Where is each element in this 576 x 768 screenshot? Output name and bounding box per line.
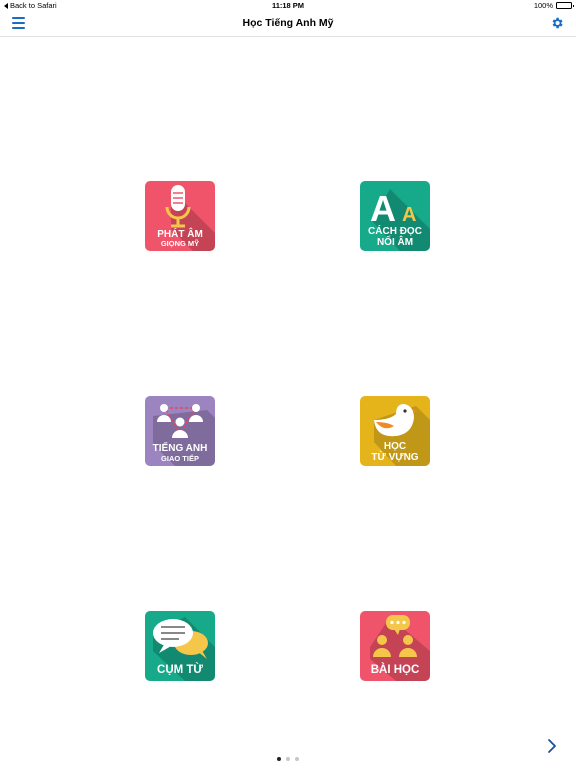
page-indicator[interactable] <box>277 757 299 761</box>
page-dot-3[interactable] <box>295 757 299 761</box>
page-title: Học Tiếng Anh Mỹ <box>242 17 334 29</box>
svg-text:A: A <box>370 188 396 229</box>
battery-icon <box>556 2 574 9</box>
tile-label: CỤM TỪ <box>157 664 203 676</box>
tile-cach-doc-noi-am[interactable]: A A CÁCH ĐỌC NỐI ÂM <box>360 181 430 251</box>
tile-cum-tu[interactable]: CỤM TỪ <box>145 611 215 681</box>
tile-label-line2: TỪ VỰNG <box>371 452 419 463</box>
chevron-right-icon[interactable] <box>546 738 558 754</box>
tile-tieng-anh-giao-tiep[interactable]: TIẾNG ANH GIAO TIẾP <box>145 396 215 466</box>
tile-bai-hoc[interactable]: BÀI HỌC <box>360 611 430 681</box>
svg-text:A: A <box>402 204 416 226</box>
tile-label-line1: TIẾNG ANH <box>152 443 208 454</box>
page-dot-1[interactable] <box>277 757 281 761</box>
tile-label-line2: GIỌNG MỸ <box>160 239 200 248</box>
battery-percent: 100% <box>533 1 553 10</box>
tile-label-line1: HỌC <box>383 441 407 452</box>
gear-icon[interactable] <box>550 16 564 30</box>
page-dot-2[interactable] <box>286 757 290 761</box>
tile-label-line2: GIAO TIẾP <box>161 454 199 463</box>
tile-label-line1: CÁCH ĐỌC <box>368 226 422 237</box>
tile-phat-am-giong-my[interactable]: PHÁT ÂM GIỌNG MỸ <box>145 181 215 251</box>
status-time: 11:18 PM <box>271 1 305 10</box>
battery-status: 100% <box>533 1 574 10</box>
navigation-bar: Học Tiếng Anh Mỹ <box>0 11 576 37</box>
tile-label-line2: NỐI ÂM <box>376 237 414 248</box>
tile-hoc-tu-vung[interactable]: HỌC TỪ VỰNG <box>360 396 430 466</box>
tile-label: BÀI HỌC <box>370 664 420 676</box>
status-bar: Back to Safari 11:18 PM 100% <box>0 0 576 11</box>
